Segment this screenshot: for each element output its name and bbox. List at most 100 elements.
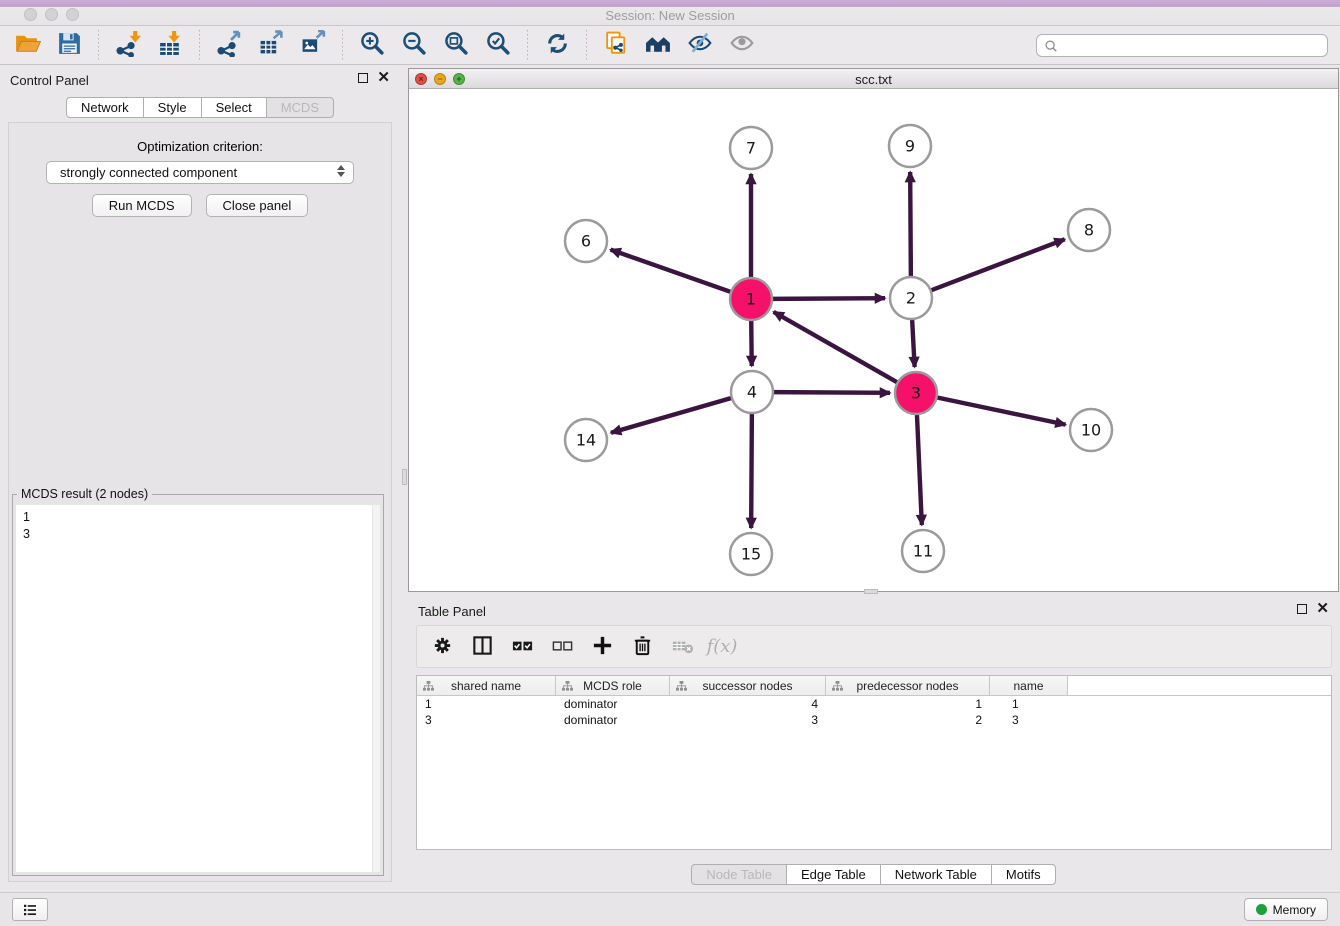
edge-4-3[interactable]: [773, 392, 890, 393]
tab-network[interactable]: Network: [66, 97, 144, 118]
search-icon: [1044, 39, 1058, 53]
unselect-all-button[interactable]: [545, 630, 579, 664]
export-network-button[interactable]: [208, 28, 250, 62]
node-15[interactable]: 15: [730, 533, 772, 575]
svg-text:6: 6: [581, 232, 591, 251]
optimization-criterion-select[interactable]: strongly connected component: [46, 161, 354, 184]
tab-style[interactable]: Style: [143, 97, 202, 118]
export-image-button[interactable]: [292, 28, 334, 62]
unselect-all-icon: [551, 634, 574, 660]
node-6[interactable]: 6: [565, 220, 607, 262]
close-panel-icon[interactable]: ✕: [377, 72, 390, 84]
memory-button[interactable]: Memory: [1244, 898, 1328, 921]
hide-selected-button[interactable]: [679, 28, 721, 62]
columns-button[interactable]: [465, 630, 499, 664]
tab-motifs[interactable]: Motifs: [991, 864, 1056, 885]
network-canvas[interactable]: 7 9 6 8 1 2 4 3 14 10 15 11: [409, 89, 1338, 591]
column-header-MCDS-role[interactable]: MCDS role: [556, 676, 670, 695]
mcds-result-text[interactable]: 1 3: [16, 505, 380, 872]
tab-select[interactable]: Select: [201, 97, 267, 118]
close-panel-button[interactable]: Close panel: [206, 194, 309, 217]
columns-icon: [471, 634, 494, 660]
node-3[interactable]: 3: [895, 372, 937, 414]
mcds-result-values: 1 3: [16, 505, 380, 543]
node-4[interactable]: 4: [731, 371, 773, 413]
node-11[interactable]: 11: [902, 530, 944, 572]
task-history-button[interactable]: [12, 898, 48, 921]
node-7[interactable]: 7: [730, 127, 772, 169]
settings-icon: [431, 634, 454, 660]
column-header-name[interactable]: name: [990, 676, 1068, 695]
show-all-button[interactable]: [721, 28, 763, 62]
edge-2-3[interactable]: [912, 319, 915, 367]
table-row[interactable]: 1dominator411: [417, 696, 1331, 712]
export-table-button[interactable]: [250, 28, 292, 62]
svg-text:3: 3: [911, 384, 921, 403]
close-table-panel-icon[interactable]: ✕: [1316, 603, 1329, 615]
import-network-button[interactable]: [107, 28, 149, 62]
select-all-button[interactable]: [505, 630, 539, 664]
svg-text:2: 2: [906, 289, 916, 308]
float-panel-icon[interactable]: [358, 73, 368, 83]
import-table-icon: [157, 30, 184, 60]
zoom-selected-button[interactable]: [477, 28, 519, 62]
delete-button[interactable]: [625, 630, 659, 664]
search-box[interactable]: [1036, 34, 1328, 57]
tab-mcds[interactable]: MCDS: [266, 97, 334, 118]
edge-1-6[interactable]: [611, 250, 732, 292]
node-1[interactable]: 1: [730, 278, 772, 320]
column-header-predecessor-nodes[interactable]: predecessor nodes: [826, 676, 990, 695]
zoom-out-button[interactable]: [393, 28, 435, 62]
settings-button[interactable]: [425, 630, 459, 664]
save-session-icon: [56, 30, 83, 60]
select-all-icon: [511, 634, 534, 660]
refresh-button[interactable]: [536, 28, 578, 62]
save-session-button[interactable]: [48, 28, 90, 62]
edge-2-8[interactable]: [931, 239, 1065, 290]
mcds-scrollbar[interactable]: [372, 505, 380, 872]
panel-divider-grip[interactable]: [402, 469, 407, 485]
node-8[interactable]: 8: [1068, 209, 1110, 251]
table-row[interactable]: 3dominator323: [417, 712, 1331, 728]
node-14[interactable]: 14: [565, 419, 607, 461]
add-icon: [591, 634, 614, 660]
node-9[interactable]: 9: [889, 125, 931, 167]
edge-3-1[interactable]: [774, 312, 898, 383]
column-header-shared-name[interactable]: shared name: [417, 676, 556, 695]
first-neighbors-button[interactable]: [637, 28, 679, 62]
run-mcds-button[interactable]: Run MCDS: [92, 194, 192, 217]
edge-4-15[interactable]: [751, 413, 752, 528]
zoom-fit-button[interactable]: [435, 28, 477, 62]
open-session-button[interactable]: [6, 28, 48, 62]
edge-2-9[interactable]: [910, 172, 911, 277]
window-bottom-grip[interactable]: [864, 589, 878, 594]
duplicate-network-button[interactable]: [595, 28, 637, 62]
edge-3-10[interactable]: [937, 397, 1066, 424]
node-10[interactable]: 10: [1070, 409, 1112, 451]
tab-edge-table[interactable]: Edge Table: [786, 864, 881, 885]
export-network-icon: [216, 30, 243, 60]
import-table-button[interactable]: [149, 28, 191, 62]
window-titlebar: Session: New Session: [0, 0, 1340, 26]
svg-text:14: 14: [576, 431, 596, 450]
network-window-titlebar[interactable]: ×−+ scc.txt: [409, 69, 1338, 89]
float-table-panel-icon[interactable]: [1297, 604, 1307, 614]
toolbar-separator: [199, 30, 200, 60]
add-button[interactable]: [585, 630, 619, 664]
refresh-icon: [544, 30, 571, 60]
node-table[interactable]: shared nameMCDS rolesuccessor nodesprede…: [416, 675, 1332, 850]
window-title: Session: New Session: [0, 8, 1340, 23]
edge-1-2[interactable]: [772, 298, 885, 299]
svg-text:11: 11: [913, 542, 933, 561]
edge-4-14[interactable]: [611, 398, 732, 433]
tab-network-table[interactable]: Network Table: [880, 864, 992, 885]
zoom-in-button[interactable]: [351, 28, 393, 62]
function-builder-icon: f(x): [707, 636, 738, 657]
svg-text:10: 10: [1081, 421, 1101, 440]
node-2[interactable]: 2: [890, 277, 932, 319]
tab-node-table[interactable]: Node Table: [691, 864, 787, 885]
search-input[interactable]: [1058, 39, 1320, 53]
duplicate-network-icon: [603, 30, 630, 60]
column-header-successor-nodes[interactable]: successor nodes: [670, 676, 826, 695]
edge-3-11[interactable]: [917, 414, 922, 525]
